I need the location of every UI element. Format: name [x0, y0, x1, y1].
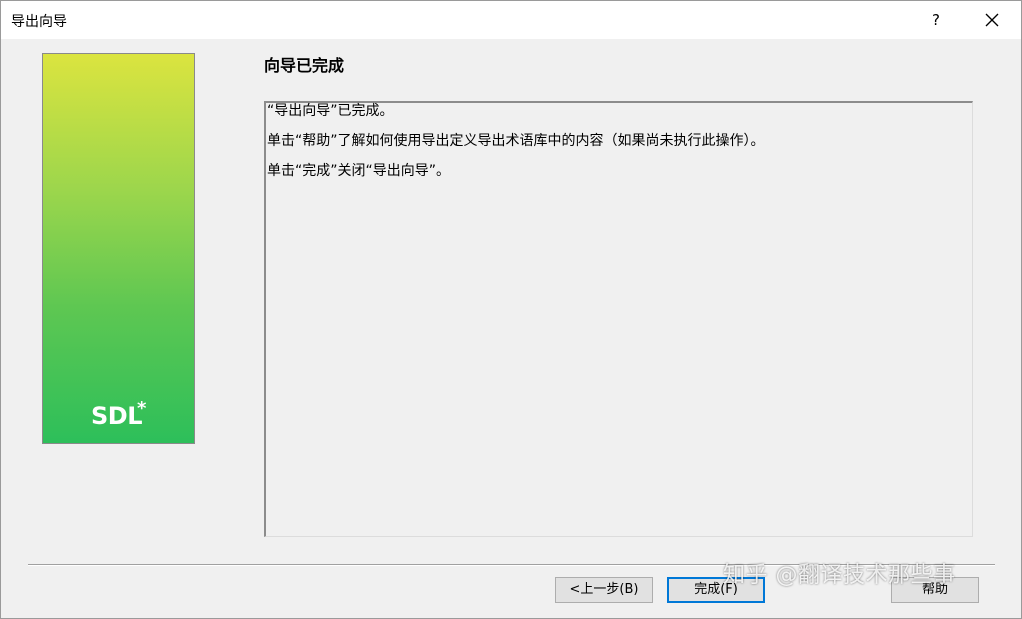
watermark-text: 知乎 @翻译技术那些事 — [723, 563, 956, 588]
sdl-logo: SDL — [91, 402, 143, 430]
summary-line: 单击“帮助”了解如何使用导出定义导出术语库中的内容（如果尚未执行此操作）。 — [267, 133, 765, 149]
summary-text-box[interactable]: “导出向导”已完成。 单击“帮助”了解如何使用导出定义导出术语库中的内容（如果尚… — [264, 101, 973, 537]
wizard-banner-image: SDL * — [42, 53, 195, 444]
summary-line: “导出向导”已完成。 — [267, 103, 394, 119]
watermark: 知乎 @翻译技术那些事 — [723, 557, 956, 589]
window-title: 导出向导 — [11, 14, 67, 30]
close-icon[interactable] — [969, 1, 1015, 39]
help-icon[interactable]: ? — [913, 1, 959, 39]
export-wizard-window: 导出向导 ? SDL * 向导已完成 “导出向导”已完成。 单击“帮助”了解如何… — [0, 0, 1022, 619]
title-bar: 导出向导 ? — [1, 1, 1021, 39]
back-button[interactable]: <上一步(B) — [555, 577, 653, 603]
summary-line: 单击“完成”关闭“导出向导”。 — [267, 163, 451, 179]
page-title: 向导已完成 — [264, 56, 345, 75]
sdl-logo-asterisk: * — [137, 398, 147, 419]
